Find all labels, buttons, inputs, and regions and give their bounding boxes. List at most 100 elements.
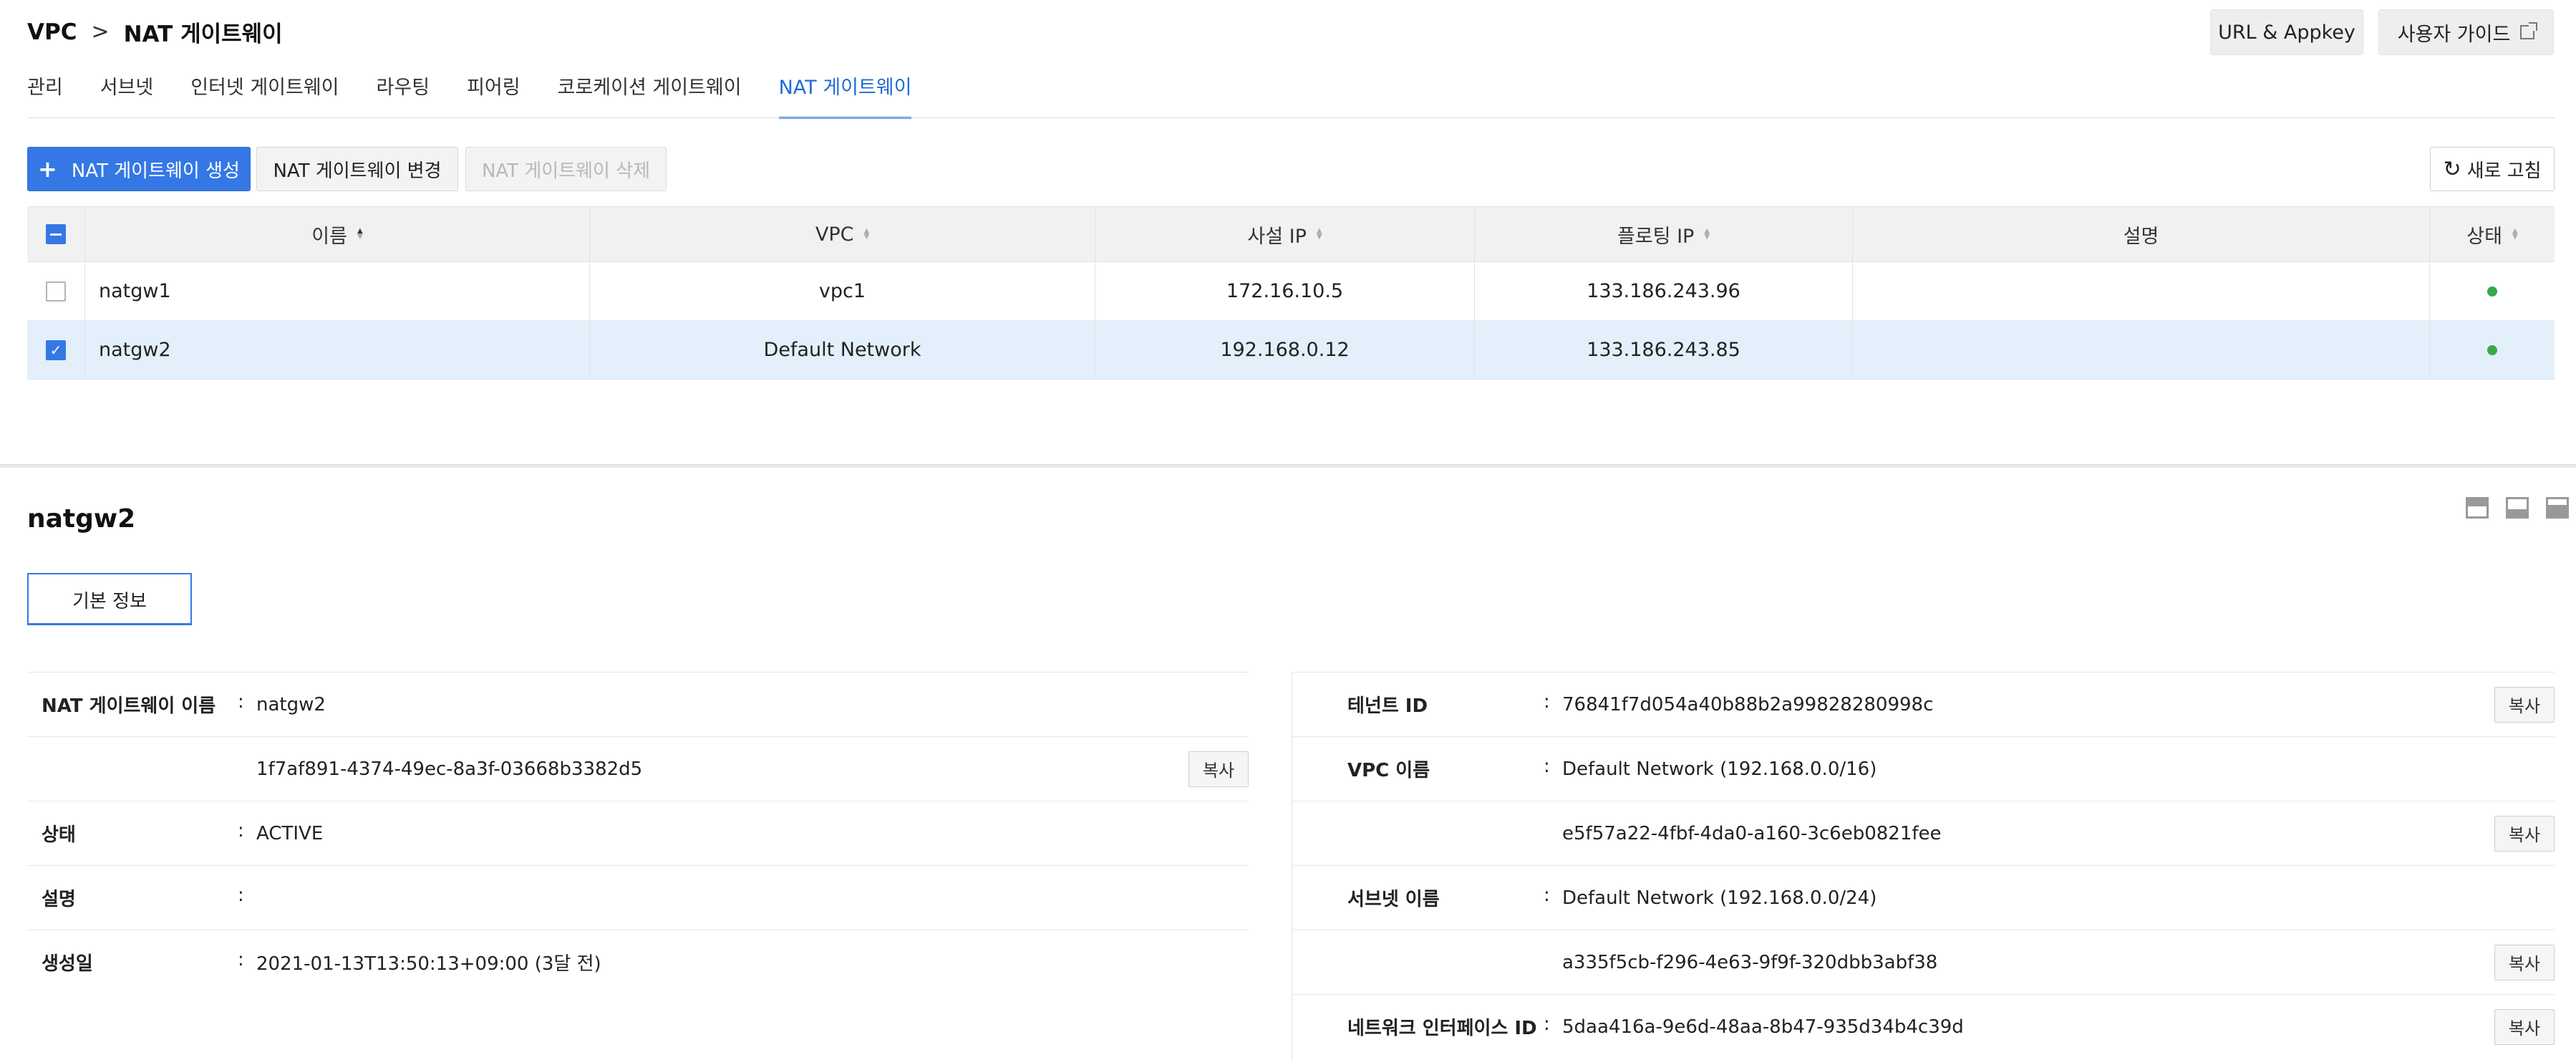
info-colon: : [238,691,244,713]
delete-label: NAT 게이트웨이 삭제 [481,160,651,182]
info-label: 네트워크 인터페이스 ID [1347,1018,1537,1039]
select-all-checkbox[interactable] [46,224,66,244]
tab-management[interactable]: 관리 [27,72,63,119]
create-nat-gateway-button[interactable]: + NAT 게이트웨이 생성 [27,147,251,191]
column-floating-ip[interactable]: 플로팅 IP ▲ ▼ [1475,207,1853,261]
tab-bar: 관리 서브넷 인터넷 게이트웨이 라우팅 피어링 코로케이션 게이트웨이 NAT… [27,72,949,119]
cell-floating-ip: 133.186.243.85 [1475,321,1853,379]
column-name[interactable]: 이름 ▲ ▼ [85,207,590,261]
tab-basic-info[interactable]: 기본 정보 [27,573,192,625]
info-value: ACTIVE [256,822,324,844]
url-appkey-button[interactable]: URL & Appkey [2210,9,2363,55]
info-value: 76841f7d054a40b88b2a99828280998c [1562,693,1934,716]
cell-description [1853,262,2430,320]
layout-bottom-icon[interactable] [2546,497,2569,519]
column-name-label: 이름 [311,225,347,248]
info-row-created: 생성일 : 2021-01-13T13:50:13+09:00 (3달 전) [27,930,1249,994]
refresh-button[interactable]: ↻ 새로 고침 [2430,147,2555,191]
info-colon: : [1544,1013,1550,1035]
info-colon: : [238,820,244,842]
tab-colocation-gateway[interactable]: 코로케이션 게이트웨이 [558,72,742,119]
table-row-selected[interactable]: ✓ natgw2 Default Network 192.168.0.12 13… [27,321,2555,380]
column-state-label: 상태 [2466,225,2502,248]
cell-name: natgw1 [85,262,590,320]
layout-split-icon[interactable] [2506,497,2529,519]
user-guide-button[interactable]: 사용자 가이드 [2378,9,2554,55]
table-header: 이름 ▲ ▼ VPC ▲ ▼ 사설 IP ▲ ▼ 플로팅 IP ▲ ▼ 설명 상태 ▲ ▼ [27,206,2555,262]
column-state[interactable]: 상태 ▲ ▼ [2430,207,2555,261]
sort-asc-icon: ▲ ▼ [357,227,363,241]
info-colon: : [1544,691,1550,713]
copy-button[interactable]: 복사 [2494,815,2555,852]
info-row-subnet-id: a335f5cb-f296-4e63-9f9f-320dbb3abf38 복사 [1293,930,2555,994]
cell-vpc: vpc1 [590,262,1095,320]
column-vpc[interactable]: VPC ▲ ▼ [590,207,1095,261]
info-row-subnet-name: 서브넷 이름 : Default Network (192.168.0.0/24… [1293,865,2555,930]
info-value: 1f7af891-4374-49ec-8a3f-03668b3382d5 [256,758,643,780]
detail-right-column: 테넌트 ID : 76841f7d054a40b88b2a99828280998… [1293,672,2555,1059]
info-row-nat-name: NAT 게이트웨이 이름 : natgw2 [27,672,1249,736]
info-colon: : [1544,756,1550,777]
sort-icon: ▲ ▼ [863,227,870,241]
detail-left-column: NAT 게이트웨이 이름 : natgw2 1f7af891-4374-49ec… [27,672,1249,994]
detail-title: natgw2 [27,504,136,534]
info-colon: : [238,885,244,906]
cell-description [1853,321,2430,379]
cell-state [2430,262,2555,320]
info-label: 설명 [42,889,76,910]
cell-state [2430,321,2555,379]
sort-icon: ▲ ▼ [1316,227,1322,241]
sort-icon: ▲ ▼ [2512,227,2518,241]
cell-name: natgw2 [85,321,590,379]
row-checkbox-checked[interactable]: ✓ [46,339,66,360]
cell-floating-ip: 133.186.243.96 [1475,262,1853,320]
column-description-label: 설명 [2123,225,2159,248]
info-row-description: 설명 : [27,865,1249,930]
info-colon: : [238,949,244,970]
copy-button[interactable]: 복사 [2494,686,2555,723]
info-row-state: 상태 : ACTIVE [27,801,1249,865]
tab-peering[interactable]: 피어링 [467,72,520,119]
tab-subnet[interactable]: 서브넷 [100,72,154,119]
panel-splitter[interactable] [0,464,2576,468]
table-row[interactable]: natgw1 vpc1 172.16.10.5 133.186.243.96 [27,262,2555,321]
external-link-icon [2520,22,2538,39]
breadcrumb-current: NAT 게이트웨이 [123,21,283,47]
layout-top-icon[interactable] [2466,497,2489,519]
info-colon: : [1544,885,1550,906]
chevron-right-icon: > [91,19,110,44]
tab-nat-gateway[interactable]: NAT 게이트웨이 [778,72,911,119]
layout-toggle-group [2449,497,2569,519]
info-label: NAT 게이트웨이 이름 [42,695,216,717]
breadcrumb-root[interactable]: VPC [27,19,77,45]
cell-private-ip: 192.168.0.12 [1095,321,1475,379]
column-vpc-label: VPC [815,223,854,246]
copy-button[interactable]: 복사 [2494,1008,2555,1045]
info-label: VPC 이름 [1347,760,1430,781]
status-active-dot [2487,286,2497,297]
url-appkey-label: URL & Appkey [2218,21,2355,44]
top-bar: VPC > NAT 게이트웨이 URL & Appkey 사용자 가이드 [0,0,2576,66]
info-value: Default Network (192.168.0.0/24) [1562,887,1877,909]
refresh-label: 새로 고침 [2466,160,2542,182]
tab-basic-info-underline [27,623,192,625]
info-value: a335f5cb-f296-4e63-9f9f-320dbb3abf38 [1562,951,1938,973]
info-value: natgw2 [256,693,326,716]
row-checkbox-cell [27,262,85,320]
row-checkbox[interactable] [46,281,66,302]
cell-private-ip: 172.16.10.5 [1095,262,1475,320]
copy-button[interactable]: 복사 [1188,751,1249,787]
tab-internet-gateway[interactable]: 인터넷 게이트웨이 [190,72,339,119]
info-row-nat-id: 1f7af891-4374-49ec-8a3f-03668b3382d5 복사 [27,736,1249,801]
column-floating-ip-label: 플로팅 IP [1617,225,1695,248]
tab-routing[interactable]: 라우팅 [377,72,430,119]
copy-button[interactable]: 복사 [2494,944,2555,980]
modify-nat-gateway-button[interactable]: NAT 게이트웨이 변경 [256,147,458,191]
column-private-ip[interactable]: 사설 IP ▲ ▼ [1095,207,1475,261]
info-label: 생성일 [42,953,93,975]
info-row-vpc-name: VPC 이름 : Default Network (192.168.0.0/16… [1293,736,2555,801]
delete-nat-gateway-button: NAT 게이트웨이 삭제 [465,147,667,191]
refresh-icon: ↻ [2443,156,2461,182]
info-row-tenant: 테넌트 ID : 76841f7d054a40b88b2a99828280998… [1293,672,2555,736]
info-label: 테넌트 ID [1347,695,1428,717]
